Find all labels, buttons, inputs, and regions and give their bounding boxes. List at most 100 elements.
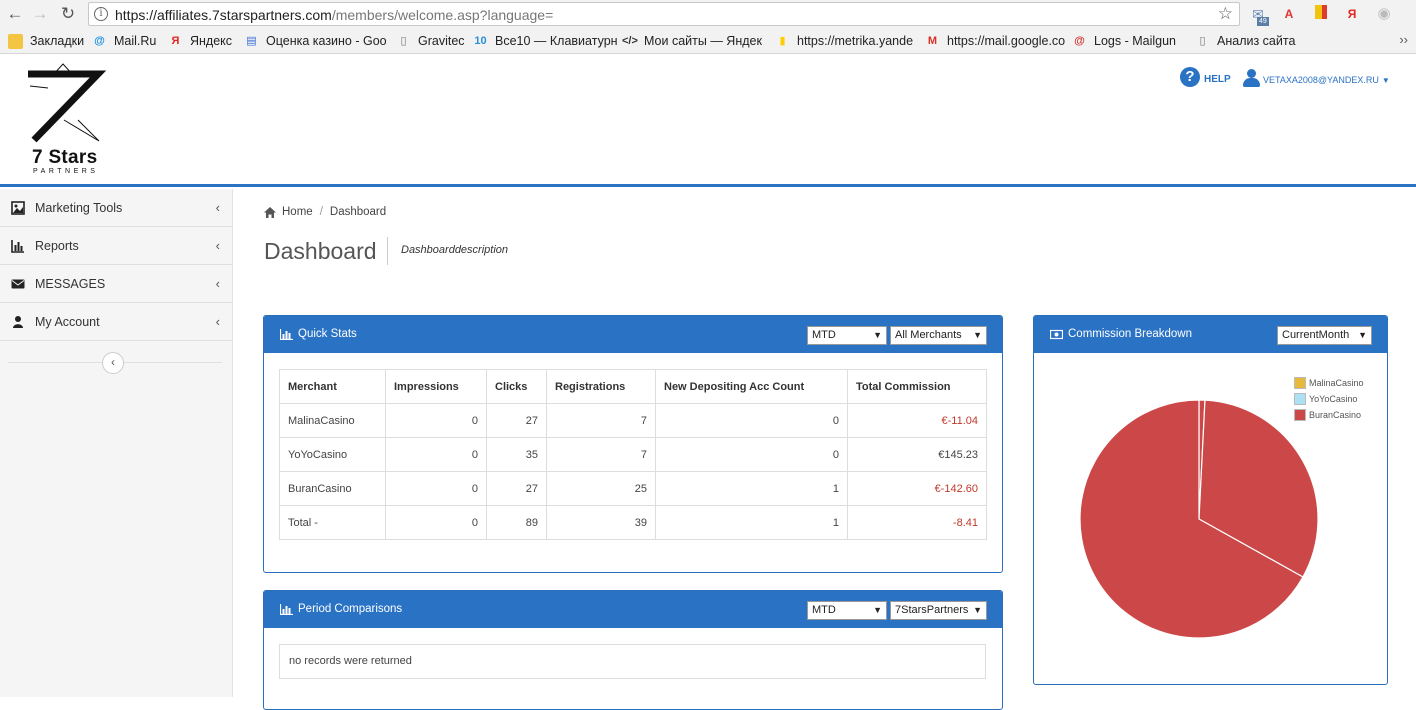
bookmark-item[interactable]: Я Яндекс — [168, 32, 233, 50]
bookmark-item[interactable]: ▮ https://metrika.yande — [775, 32, 913, 50]
docs-icon: ▤ — [246, 34, 257, 47]
sidebar-item-label: MESSAGES — [35, 276, 106, 291]
chevron-left-icon: ‹ — [111, 355, 115, 369]
bookmark-label: https://metrika.yande — [797, 34, 914, 48]
bar-chart-icon — [11, 239, 24, 253]
reload-icon[interactable]: ↻ — [58, 4, 78, 24]
image-icon — [11, 200, 25, 215]
legend-item: MalinaCasino — [1294, 375, 1364, 391]
page-icon: ▯ — [400, 34, 407, 47]
user-menu[interactable]: VETAXA2008@YANDEX.RU ▼ — [1243, 69, 1390, 87]
quick-stats-period-select[interactable]: MTD ▼ — [807, 326, 887, 345]
title-divider — [387, 237, 388, 265]
code-icon: </> — [622, 34, 638, 47]
select-value: 7StarsPartners — [895, 604, 969, 616]
bookmarks-overflow-icon[interactable]: ›› — [1399, 32, 1408, 47]
info-icon[interactable]: i — [94, 7, 108, 21]
caret-down-icon: ▼ — [1381, 75, 1390, 85]
period-comparisons-header: Period Comparisons MTD ▼ 7StarsPartners ▼ — [264, 591, 1002, 628]
forward-icon[interactable]: → — [30, 4, 50, 24]
column-header: Clicks — [486, 369, 547, 404]
back-icon[interactable]: ← — [5, 4, 25, 24]
logo-title: 7 Stars — [32, 147, 98, 168]
quick-stats-table: Merchant Impressions Clicks Registration… — [279, 369, 987, 540]
bar-chart-icon — [280, 603, 293, 615]
yandex-extension-icon[interactable]: Я — [1343, 5, 1361, 23]
sidebar-item-label: Reports — [35, 238, 79, 253]
table-cell-registrations: 39 — [546, 505, 656, 540]
money-icon — [1050, 329, 1063, 339]
table-cell-impressions: 0 — [385, 471, 487, 506]
table-cell-depositing: 0 — [655, 403, 848, 438]
chevron-left-icon: ‹ — [215, 314, 220, 329]
bookmark-label: Анализ сайта — [1217, 34, 1296, 48]
empty-state-message: no records were returned — [279, 644, 986, 679]
table-cell-registrations: 25 — [546, 471, 656, 506]
sidebar-item-messages[interactable]: MESSAGES ‹ — [0, 265, 232, 303]
breadcrumb-home-link[interactable]: Home — [282, 206, 313, 218]
bookmark-item[interactable]: ▯ Анализ сайта — [1195, 32, 1295, 50]
bookmark-item[interactable]: @ Logs - Mailgun — [1072, 32, 1176, 50]
folder-icon — [8, 33, 23, 49]
mailru-icon: @ — [94, 34, 105, 47]
bookmark-label: Оценка казино - Goo — [266, 34, 387, 48]
bookmark-label: Logs - Mailgun — [1094, 34, 1176, 48]
select-value: All Merchants — [895, 329, 962, 341]
sidebar-collapse-button[interactable]: ‹ — [102, 352, 124, 374]
panel-title: Period Comparisons — [280, 603, 402, 615]
bookmark-item[interactable]: Закладки — [8, 32, 84, 50]
yandex-icon: Я — [171, 34, 180, 47]
sidebar-item-my-account[interactable]: My Account ‹ — [0, 303, 232, 341]
bookmark-item[interactable]: ▯ Gravitec — [396, 32, 465, 50]
bookmark-extension-icon[interactable] — [1312, 5, 1330, 23]
period-comparisons-period-select[interactable]: MTD ▼ — [807, 601, 887, 620]
column-header: Impressions — [385, 369, 487, 404]
bookmark-label: Яндекс — [190, 34, 233, 48]
bookmark-label: Закладки — [30, 34, 85, 48]
bookmark-item[interactable]: 10 Все10 — Клавиатурн — [473, 32, 617, 50]
column-header: Total Commission — [847, 369, 987, 404]
quick-stats-header: Quick Stats MTD ▼ All Merchants ▼ — [264, 316, 1002, 353]
table-row: YoYoCasino 0 35 7 0 €145.23 — [279, 437, 987, 472]
page-title: Dashboard — [264, 238, 377, 264]
help-button[interactable]: ? HELP — [1180, 67, 1231, 87]
period-comparisons-merchant-select[interactable]: 7StarsPartners ▼ — [890, 601, 987, 620]
table-header-row: Merchant Impressions Clicks Registration… — [279, 369, 987, 404]
help-label: HELP — [1204, 73, 1231, 85]
url-text[interactable]: https://affiliates.7starspartners.com/me… — [115, 7, 553, 23]
dropdown-arrow-icon: ▼ — [1358, 330, 1367, 340]
table-cell-merchant: BuranCasino — [279, 471, 386, 506]
table-cell-commission: -8.41 — [847, 505, 987, 540]
table-cell-commission: €-142.60 — [847, 471, 987, 506]
vse10-icon: 10 — [474, 34, 487, 47]
user-email: VETAXA2008@YANDEX.RU — [1263, 74, 1379, 85]
column-header: New Depositing Acc Count — [655, 369, 848, 404]
bookmark-item[interactable]: ▤ Оценка казино - Goo — [244, 32, 387, 50]
bar-chart-icon — [280, 328, 293, 340]
bookmark-star-icon[interactable]: ☆ — [1218, 4, 1233, 24]
page-icon: ▯ — [1199, 34, 1206, 47]
commission-period-select[interactable]: CurrentMonth ▼ — [1277, 326, 1372, 345]
select-value: CurrentMonth — [1282, 329, 1350, 341]
table-cell-depositing: 1 — [655, 471, 848, 506]
commission-breakdown-header: Commission Breakdown CurrentMonth ▼ — [1034, 316, 1387, 353]
sidebar-item-marketing-tools[interactable]: Marketing Tools ‹ — [0, 189, 232, 227]
table-cell-impressions: 0 — [385, 403, 487, 438]
sidebar-item-label: Marketing Tools — [35, 200, 123, 215]
legend-item: BuranCasino — [1294, 407, 1364, 423]
bookmark-item[interactable]: @ Mail.Ru — [92, 32, 156, 50]
extension-icon[interactable]: ◉ — [1375, 5, 1393, 23]
quick-stats-merchant-select[interactable]: All Merchants ▼ — [890, 326, 987, 345]
table-cell-commission: €145.23 — [847, 437, 987, 472]
bookmark-item[interactable]: Mhttps://mail.google.co — [925, 32, 1065, 50]
bookmark-item[interactable]: </> Мои сайты — Яндек — [622, 32, 762, 50]
adblock-extension-icon[interactable]: A — [1280, 5, 1298, 23]
bookmark-label: https://mail.google.co — [947, 34, 1066, 48]
legend-swatch — [1294, 409, 1306, 421]
app-header: 7 Stars PARTNERS ? HELP VETAXA2008@YANDE… — [0, 54, 1416, 187]
logo-subtitle: PARTNERS — [33, 168, 99, 175]
sidebar-item-reports[interactable]: Reports ‹ — [0, 227, 232, 265]
mail-badge: 49 — [1257, 17, 1269, 26]
address-bar[interactable]: i https://affiliates.7starspartners.com/… — [88, 2, 1240, 26]
bookmark-label: Gravitec — [418, 34, 465, 48]
